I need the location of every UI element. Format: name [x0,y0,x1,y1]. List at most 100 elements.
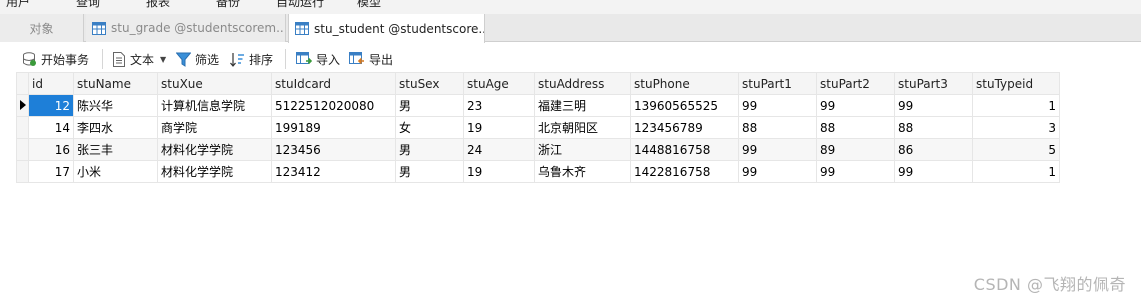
tab-objects-label: 对象 [29,21,54,36]
table-cell[interactable]: 88 [816,116,895,139]
table-cell[interactable]: 86 [894,138,973,161]
table-cell[interactable]: 199189 [271,116,396,139]
table-cell[interactable]: 13960565525 [630,94,739,117]
column-header[interactable]: stuTypeid [972,72,1060,95]
table-cell[interactable]: 陈兴华 [73,94,158,117]
table-cell[interactable]: 小米 [73,160,158,183]
table-cell[interactable]: 89 [816,138,895,161]
table-row[interactable]: 17 小米 材料化学学院 123412 男 19 乌鲁木齐 1422816758… [16,160,1060,183]
column-header[interactable]: stuPart3 [894,72,973,95]
column-header[interactable]: stuPhone [630,72,739,95]
toolbar-divider [285,49,286,69]
table-cell[interactable]: 88 [894,116,973,139]
row-header[interactable] [16,160,29,183]
table-cell[interactable]: 商学院 [157,116,272,139]
column-header[interactable]: stuPart1 [738,72,817,95]
column-header[interactable]: stuAddress [534,72,631,95]
table-cell[interactable]: 123412 [271,160,396,183]
column-header[interactable]: stuPart2 [816,72,895,95]
menu-automation[interactable]: 自动运行 [276,0,324,10]
row-header[interactable] [16,116,29,139]
table-cell[interactable]: 3 [972,116,1060,139]
table-cell[interactable]: 乌鲁木齐 [534,160,631,183]
table-cell[interactable]: 男 [395,138,464,161]
table-icon [92,21,106,35]
table-cell[interactable]: 福建三明 [534,94,631,117]
text-button[interactable]: 文本 ▼ [112,50,166,68]
import-icon [296,51,312,64]
menu-query[interactable]: 查询 [76,0,100,10]
table-cell[interactable]: 5122512020080 [271,94,396,117]
row-header[interactable] [16,94,29,117]
filter-icon [176,52,191,67]
table-row[interactable]: 12 陈兴华 计算机信息学院 5122512020080 男 23 福建三明 1… [16,94,1060,117]
export-label: 导出 [369,52,394,67]
table-cell[interactable]: 14 [28,116,74,139]
row-header-corner [16,72,29,95]
table-cell[interactable]: 计算机信息学院 [157,94,272,117]
row-header[interactable] [16,138,29,161]
table-cell[interactable]: 男 [395,94,464,117]
table-row[interactable]: 16 张三丰 材料化学学院 123456 男 24 浙江 1448816758 … [16,138,1060,161]
table-cell[interactable]: 123456 [271,138,396,161]
menu-user[interactable]: 用户 [6,0,30,10]
table-cell[interactable]: 17 [28,160,74,183]
table-cell[interactable]: 男 [395,160,464,183]
menu-bar: 用户 查询 报表 备份 自动运行 模型 [0,0,1141,14]
table-cell[interactable]: 99 [816,160,895,183]
import-label: 导入 [316,52,341,67]
table-cell[interactable]: 99 [816,94,895,117]
table-cell[interactable]: 16 [28,138,74,161]
table-cell[interactable]: 99 [738,160,817,183]
table-cell[interactable]: 19 [463,116,535,139]
table-cell[interactable]: 23 [463,94,535,117]
sort-button[interactable]: 排序 [230,50,273,68]
table-cell[interactable]: 1 [972,94,1060,117]
column-header[interactable]: stuIdcard [271,72,396,95]
import-button[interactable]: 导入 [296,50,340,68]
column-header[interactable]: id [28,72,74,95]
tab-stu-grade[interactable]: stu_grade @studentscorem... [86,14,286,42]
menu-model[interactable]: 模型 [357,0,381,10]
table-cell[interactable]: 北京朝阳区 [534,116,631,139]
table-cell[interactable]: 99 [738,94,817,117]
column-header[interactable]: stuSex [395,72,464,95]
table-cell[interactable]: 99 [738,138,817,161]
table-cell[interactable]: 1448816758 [630,138,739,161]
table-cell[interactable]: 浙江 [534,138,631,161]
column-header[interactable]: stuXue [157,72,272,95]
toolbar-divider [102,49,103,69]
header-row: id stuName stuXue stuIdcard stuSex stuAg… [16,72,1060,95]
column-header[interactable]: stuName [73,72,158,95]
export-icon [349,51,364,64]
export-button[interactable]: 导出 [349,50,393,68]
menu-report[interactable]: 报表 [146,0,170,10]
table-cell[interactable]: 24 [463,138,535,161]
table-cell[interactable]: 1422816758 [630,160,739,183]
tab-bar: 对象 stu_grade @studentscorem... stu_stude… [0,14,1141,43]
filter-button[interactable]: 筛选 [176,50,219,68]
table-row[interactable]: 14 李四水 商学院 199189 女 19 北京朝阳区 123456789 8… [16,116,1060,139]
text-label: 文本 [130,52,155,67]
chevron-down-icon: ▼ [160,54,167,64]
table-cell[interactable]: 88 [738,116,817,139]
table-cell[interactable]: 123456789 [630,116,739,139]
table-cell[interactable]: 99 [894,160,973,183]
tab-stu-student[interactable]: stu_student @studentscore... [288,14,485,43]
sort-label: 排序 [249,52,274,67]
table-cell[interactable]: 5 [972,138,1060,161]
tab-objects[interactable]: 对象 [0,14,84,42]
column-header[interactable]: stuAge [463,72,535,95]
data-grid: id stuName stuXue stuIdcard stuSex stuAg… [16,72,1060,183]
table-cell[interactable]: 李四水 [73,116,158,139]
table-cell[interactable]: 女 [395,116,464,139]
table-cell[interactable]: 12 [28,94,74,117]
table-cell[interactable]: 19 [463,160,535,183]
table-cell[interactable]: 张三丰 [73,138,158,161]
begin-transaction-button[interactable]: 开始事务 [22,50,89,68]
table-cell[interactable]: 99 [894,94,973,117]
menu-backup[interactable]: 备份 [216,0,240,10]
table-cell[interactable]: 1 [972,160,1060,183]
table-cell[interactable]: 材料化学学院 [157,138,272,161]
table-cell[interactable]: 材料化学学院 [157,160,272,183]
